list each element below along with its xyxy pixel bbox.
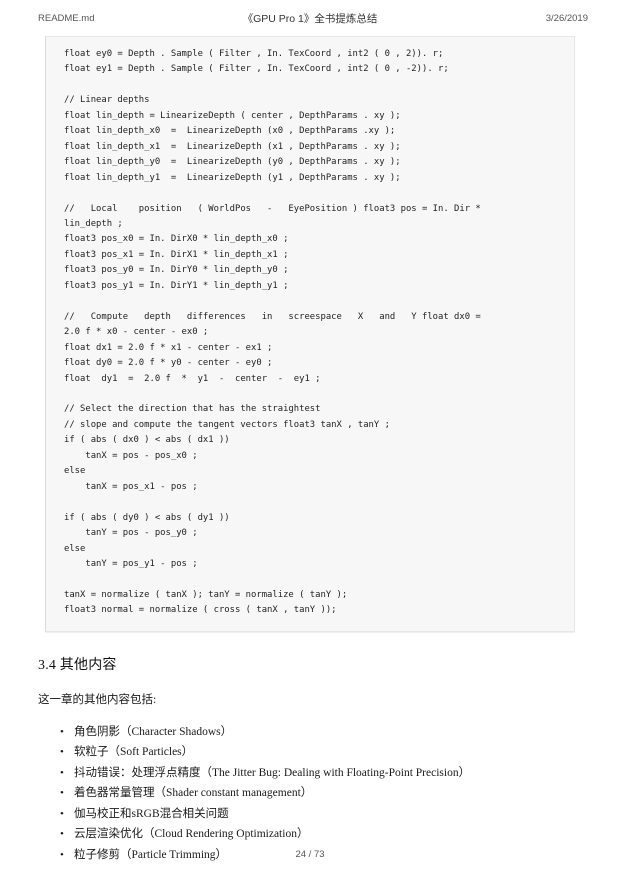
header-document-title: 《GPU Pro 1》全书提炼总结 — [242, 12, 378, 25]
list-item: 伽马校正和sRGB混合相关问题 — [60, 804, 620, 825]
section-heading: 3.4 其他内容 — [38, 657, 117, 673]
list-item: 软粒子（Soft Particles） — [60, 742, 620, 763]
topic-bullet-list: 角色阴影（Character Shadows） 软粒子（Soft Particl… — [0, 722, 620, 866]
list-item: 着色器常量管理（Shader constant management） — [60, 783, 620, 804]
page-content: float ey0 = Depth . Sample ( Filter , In… — [0, 36, 620, 865]
header-date: 3/26/2019 — [545, 12, 588, 24]
list-item: 角色阴影（Character Shadows） — [60, 722, 620, 743]
list-item: 云层渲染优化（Cloud Rendering Optimization） — [60, 824, 620, 845]
code-block: float ey0 = Depth . Sample ( Filter , In… — [45, 36, 575, 632]
page-number: 24 / 73 — [295, 849, 325, 860]
page-footer: 24 / 73 — [0, 849, 620, 860]
list-item: 抖动错误：处理浮点精度（The Jitter Bug: Dealing with… — [60, 763, 620, 784]
code-block-text: float ey0 = Depth . Sample ( Filter , In… — [64, 49, 481, 616]
section-intro-paragraph: 这一章的其他内容包括: — [38, 693, 157, 706]
page-header: README.md 《GPU Pro 1》全书提炼总结 3/26/2019 — [0, 0, 620, 36]
